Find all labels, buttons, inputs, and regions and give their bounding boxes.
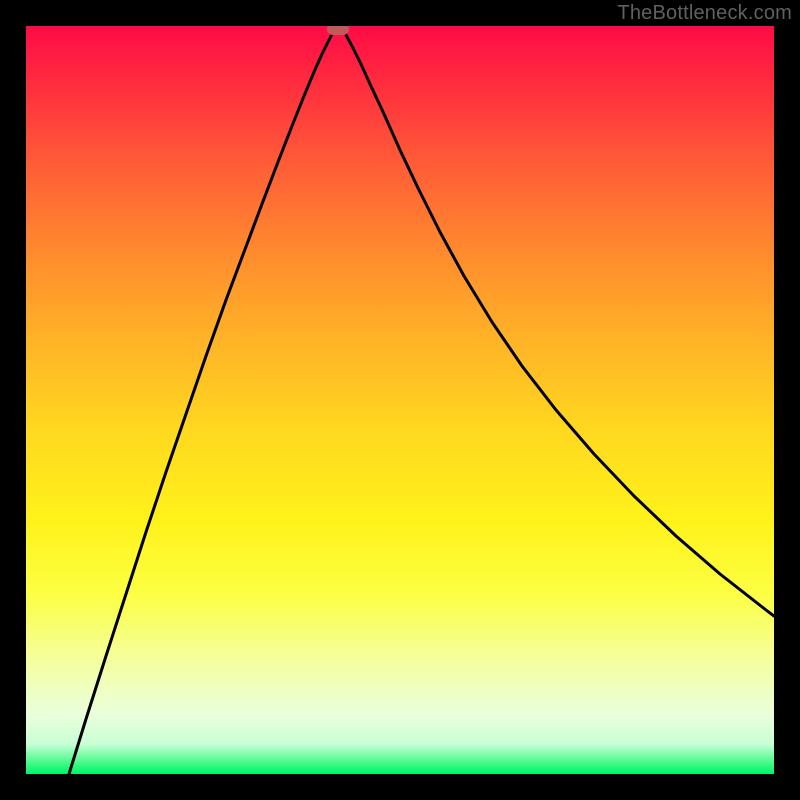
chart-svg [26,26,774,774]
bottleneck-curve [69,26,774,774]
chart-frame: TheBottleneck.com [0,0,800,800]
plot-area [26,26,774,774]
watermark-text: TheBottleneck.com [617,2,792,25]
optimal-point-marker [327,26,349,35]
